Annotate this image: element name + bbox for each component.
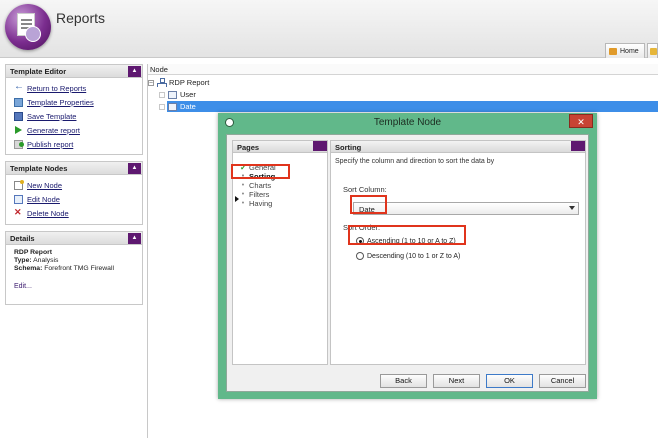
back-button[interactable]: Back xyxy=(380,374,427,388)
collapse-tree-icon[interactable]: – xyxy=(148,79,154,86)
save-template-link[interactable]: Save Template xyxy=(6,109,142,123)
delete-icon xyxy=(14,207,23,218)
tree-root-node[interactable]: – RDP Report xyxy=(148,77,209,88)
edit-node-icon xyxy=(14,194,23,204)
page-item-charts[interactable]: • Charts xyxy=(240,181,271,190)
collapse-icon[interactable] xyxy=(571,141,585,151)
next-button[interactable]: Next xyxy=(433,374,480,388)
publish-icon xyxy=(14,139,24,149)
edit-node-link[interactable]: Edit Node xyxy=(6,192,142,206)
template-nodes-panel: Template Nodes ▲ New Node Edit Node Dele… xyxy=(5,161,143,225)
tree-header: Node xyxy=(148,64,658,75)
home-tab[interactable]: Home xyxy=(605,43,645,58)
details-panel: Details ▲ RDP Report Type: Analysis Sche… xyxy=(5,231,143,305)
page-item-filters[interactable]: • Filters xyxy=(240,190,270,199)
new-node-link[interactable]: New Node xyxy=(6,178,142,192)
tree-node-date[interactable]: Date xyxy=(159,101,196,112)
report-schema: Forefront TMG Firewall xyxy=(44,265,114,272)
app-title: Reports xyxy=(56,10,106,26)
template-node-dialog: Template Node ✕ Pages ✓ General • Sortin… xyxy=(218,113,597,399)
chevron-down-icon xyxy=(569,206,575,210)
reports-logo-icon xyxy=(5,4,51,50)
node-icon xyxy=(168,90,177,99)
ok-button[interactable]: OK xyxy=(486,374,533,388)
bullet-icon: • xyxy=(241,200,245,207)
edit-details-link[interactable]: Edit... xyxy=(14,283,142,291)
collapse-icon[interactable]: ▲ xyxy=(128,233,141,244)
play-icon xyxy=(14,125,23,135)
back-arrow-icon xyxy=(14,81,24,93)
selected-row-highlight xyxy=(167,101,658,112)
report-tree-icon xyxy=(157,78,167,87)
report-name: RDP Report xyxy=(14,249,53,256)
new-node-icon xyxy=(14,179,24,190)
cancel-button[interactable]: Cancel xyxy=(539,374,586,388)
descending-radio-option[interactable]: Descending (10 to 1 or Z to A) xyxy=(356,252,460,260)
sorting-title: Sorting xyxy=(335,143,362,152)
sorting-description: Specify the column and direction to sort… xyxy=(335,158,495,165)
home-tab-label: Home xyxy=(620,47,639,55)
extra-tab[interactable] xyxy=(647,43,658,58)
return-to-reports-link[interactable]: Return to Reports xyxy=(6,81,142,95)
report-type: Analysis xyxy=(33,257,59,264)
template-editor-panel: Template Editor ▲ Return to Reports Temp… xyxy=(5,64,143,155)
descending-radio[interactable] xyxy=(356,252,364,260)
current-page-arrow-icon xyxy=(235,196,239,202)
sort-column-label: Sort Column: xyxy=(343,185,387,194)
sorting-highlight-box xyxy=(231,164,290,179)
properties-icon xyxy=(14,97,23,107)
collapse-icon[interactable] xyxy=(313,141,327,151)
publish-report-link[interactable]: Publish report xyxy=(6,137,142,151)
bullet-icon: • xyxy=(241,191,245,198)
generate-report-link[interactable]: Generate report xyxy=(6,123,142,137)
close-icon[interactable]: ✕ xyxy=(569,114,593,128)
template-nodes-title: Template Nodes xyxy=(10,164,68,173)
collapse-icon[interactable]: ▲ xyxy=(128,66,141,77)
sort-order-highlight-box xyxy=(348,225,466,245)
node-icon xyxy=(168,102,177,111)
save-icon xyxy=(14,111,23,121)
delete-node-link[interactable]: Delete Node xyxy=(6,206,142,220)
page-item-having[interactable]: • Having xyxy=(240,199,273,208)
template-editor-title: Template Editor xyxy=(10,67,67,76)
app-header: Reports Home xyxy=(0,0,658,58)
tree-node-user[interactable]: User xyxy=(159,89,196,100)
folder-icon xyxy=(650,48,657,55)
home-icon xyxy=(609,47,617,55)
bullet-icon: • xyxy=(241,182,245,189)
details-title: Details xyxy=(10,234,35,243)
sorting-pane: Sorting Specify the column and direction… xyxy=(330,140,586,365)
sort-column-highlight-box xyxy=(350,195,387,214)
collapse-icon[interactable]: ▲ xyxy=(128,163,141,174)
dialog-title: Template Node xyxy=(373,117,442,128)
template-properties-link[interactable]: Template Properties xyxy=(6,95,142,109)
pages-title: Pages xyxy=(237,143,260,152)
